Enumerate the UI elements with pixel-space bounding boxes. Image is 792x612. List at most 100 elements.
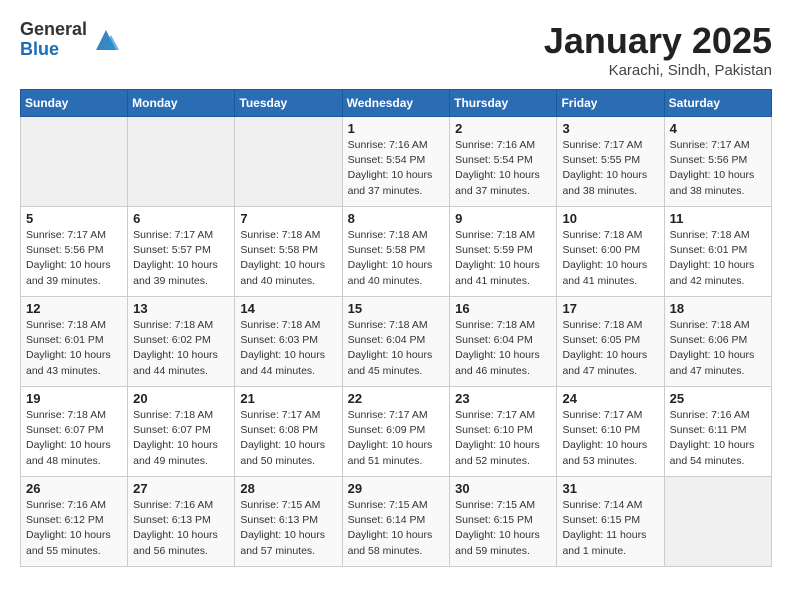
day-number: 28: [240, 481, 336, 496]
weekday-header: Friday: [557, 90, 664, 117]
logo-blue: Blue: [20, 40, 87, 60]
calendar-cell: 5 Sunrise: 7:17 AM Sunset: 5:56 PM Daylig…: [21, 207, 128, 297]
calendar-cell: 13Sunrise: 7:18 AM Sunset: 6:02 PM Dayli…: [128, 297, 235, 387]
day-info: Sunrise: 7:18 AM Sunset: 5:59 PM Dayligh…: [455, 228, 551, 289]
title-block: January 2025 Karachi, Sindh, Pakistan: [544, 20, 772, 79]
day-info: Sunrise: 7:17 AM Sunset: 5:56 PM Dayligh…: [670, 138, 766, 199]
day-info: Sunrise: 7:18 AM Sunset: 6:01 PM Dayligh…: [670, 228, 766, 289]
calendar-cell: 15Sunrise: 7:18 AM Sunset: 6:04 PM Dayli…: [342, 297, 450, 387]
day-number: 24: [562, 391, 658, 406]
day-number: 25: [670, 391, 766, 406]
calendar-cell: 12Sunrise: 7:18 AM Sunset: 6:01 PM Dayli…: [21, 297, 128, 387]
day-number: 11: [670, 211, 766, 226]
day-info: Sunrise: 7:16 AM Sunset: 5:54 PM Dayligh…: [455, 138, 551, 199]
calendar-cell: 18Sunrise: 7:18 AM Sunset: 6:06 PM Dayli…: [664, 297, 771, 387]
day-info: Sunrise: 7:15 AM Sunset: 6:15 PM Dayligh…: [455, 498, 551, 559]
day-info: Sunrise: 7:16 AM Sunset: 6:13 PM Dayligh…: [133, 498, 229, 559]
weekday-header: Thursday: [450, 90, 557, 117]
day-number: 4: [670, 121, 766, 136]
day-info: Sunrise: 7:16 AM Sunset: 6:12 PM Dayligh…: [26, 498, 122, 559]
calendar-header-row: SundayMondayTuesdayWednesdayThursdayFrid…: [21, 90, 772, 117]
logo-text: General Blue: [20, 20, 87, 60]
day-number: 26: [26, 481, 122, 496]
calendar-cell: 30Sunrise: 7:15 AM Sunset: 6:15 PM Dayli…: [450, 477, 557, 567]
day-number: 19: [26, 391, 122, 406]
day-number: 27: [133, 481, 229, 496]
month-title: January 2025: [544, 20, 772, 62]
calendar-cell: 22 Sunrise: 7:17 AM Sunset: 6:09 PM Dayli…: [342, 387, 450, 477]
day-info: Sunrise: 7:18 AM Sunset: 6:06 PM Dayligh…: [670, 318, 766, 379]
calendar-cell: 31 Sunrise: 7:14 AM Sunset: 6:15 PM Dayli…: [557, 477, 664, 567]
day-info: Sunrise: 7:18 AM Sunset: 5:58 PM Dayligh…: [348, 228, 445, 289]
calendar-cell: 11 Sunrise: 7:18 AM Sunset: 6:01 PM Dayli…: [664, 207, 771, 297]
day-info: Sunrise: 7:18 AM Sunset: 6:00 PM Dayligh…: [562, 228, 658, 289]
day-info: Sunrise: 7:18 AM Sunset: 6:05 PM Dayligh…: [562, 318, 658, 379]
day-number: 14: [240, 301, 336, 316]
day-number: 20: [133, 391, 229, 406]
calendar-cell: 4 Sunrise: 7:17 AM Sunset: 5:56 PM Daylig…: [664, 117, 771, 207]
day-info: Sunrise: 7:16 AM Sunset: 6:11 PM Dayligh…: [670, 408, 766, 469]
calendar-cell: 27 Sunrise: 7:16 AM Sunset: 6:13 PM Dayli…: [128, 477, 235, 567]
day-number: 22: [348, 391, 445, 406]
weekday-header: Wednesday: [342, 90, 450, 117]
day-number: 8: [348, 211, 445, 226]
calendar-cell: 10Sunrise: 7:18 AM Sunset: 6:00 PM Dayli…: [557, 207, 664, 297]
day-number: 17: [562, 301, 658, 316]
calendar-cell: 24 Sunrise: 7:17 AM Sunset: 6:10 PM Dayli…: [557, 387, 664, 477]
logo-icon: [91, 25, 121, 55]
calendar-cell: 2 Sunrise: 7:16 AM Sunset: 5:54 PM Daylig…: [450, 117, 557, 207]
day-number: 3: [562, 121, 658, 136]
weekday-header: Saturday: [664, 90, 771, 117]
day-info: Sunrise: 7:17 AM Sunset: 6:10 PM Dayligh…: [562, 408, 658, 469]
day-info: Sunrise: 7:18 AM Sunset: 5:58 PM Dayligh…: [240, 228, 336, 289]
day-number: 29: [348, 481, 445, 496]
calendar-cell: 6 Sunrise: 7:17 AM Sunset: 5:57 PM Daylig…: [128, 207, 235, 297]
calendar-week-row: 26 Sunrise: 7:16 AM Sunset: 6:12 PM Dayli…: [21, 477, 772, 567]
calendar-cell: 1 Sunrise: 7:16 AM Sunset: 5:54 PM Daylig…: [342, 117, 450, 207]
day-info: Sunrise: 7:16 AM Sunset: 5:54 PM Dayligh…: [348, 138, 445, 199]
calendar-cell: 25 Sunrise: 7:16 AM Sunset: 6:11 PM Dayli…: [664, 387, 771, 477]
logo: General Blue: [20, 20, 121, 60]
day-info: Sunrise: 7:17 AM Sunset: 5:57 PM Dayligh…: [133, 228, 229, 289]
calendar-cell: 16Sunrise: 7:18 AM Sunset: 6:04 PM Dayli…: [450, 297, 557, 387]
calendar-table: SundayMondayTuesdayWednesdayThursdayFrid…: [20, 89, 772, 567]
calendar-cell: 3 Sunrise: 7:17 AM Sunset: 5:55 PM Daylig…: [557, 117, 664, 207]
day-number: 23: [455, 391, 551, 406]
day-number: 31: [562, 481, 658, 496]
day-info: Sunrise: 7:18 AM Sunset: 6:04 PM Dayligh…: [455, 318, 551, 379]
calendar-cell: [235, 117, 342, 207]
day-info: Sunrise: 7:17 AM Sunset: 5:56 PM Dayligh…: [26, 228, 122, 289]
day-number: 5: [26, 211, 122, 226]
calendar-cell: [21, 117, 128, 207]
day-info: Sunrise: 7:18 AM Sunset: 6:04 PM Dayligh…: [348, 318, 445, 379]
calendar-cell: 14 Sunrise: 7:18 AM Sunset: 6:03 PM Dayli…: [235, 297, 342, 387]
weekday-header: Tuesday: [235, 90, 342, 117]
day-info: Sunrise: 7:18 AM Sunset: 6:03 PM Dayligh…: [240, 318, 336, 379]
calendar-cell: [664, 477, 771, 567]
calendar-week-row: 19 Sunrise: 7:18 AM Sunset: 6:07 PM Dayli…: [21, 387, 772, 477]
calendar-cell: 19Sunrise: 7:18 AM Sunset: 6:07 PM Dayli…: [21, 387, 128, 477]
day-number: 13: [133, 301, 229, 316]
calendar-cell: 8 Sunrise: 7:18 AM Sunset: 5:58 PM Daylig…: [342, 207, 450, 297]
calendar-week-row: 1 Sunrise: 7:16 AM Sunset: 5:54 PM Daylig…: [21, 117, 772, 207]
day-number: 6: [133, 211, 229, 226]
day-info: Sunrise: 7:17 AM Sunset: 6:09 PM Dayligh…: [348, 408, 445, 469]
day-info: Sunrise: 7:17 AM Sunset: 6:10 PM Dayligh…: [455, 408, 551, 469]
location: Karachi, Sindh, Pakistan: [544, 62, 772, 79]
calendar-cell: 20 Sunrise: 7:18 AM Sunset: 6:07 PM Dayli…: [128, 387, 235, 477]
day-info: Sunrise: 7:18 AM Sunset: 6:07 PM Dayligh…: [133, 408, 229, 469]
calendar-cell: 7Sunrise: 7:18 AM Sunset: 5:58 PM Daylig…: [235, 207, 342, 297]
day-number: 12: [26, 301, 122, 316]
logo-general: General: [20, 20, 87, 40]
day-number: 1: [348, 121, 445, 136]
day-info: Sunrise: 7:17 AM Sunset: 5:55 PM Dayligh…: [562, 138, 658, 199]
calendar-cell: 17 Sunrise: 7:18 AM Sunset: 6:05 PM Dayli…: [557, 297, 664, 387]
day-number: 9: [455, 211, 551, 226]
calendar-cell: 26 Sunrise: 7:16 AM Sunset: 6:12 PM Dayli…: [21, 477, 128, 567]
day-info: Sunrise: 7:14 AM Sunset: 6:15 PM Dayligh…: [562, 498, 658, 559]
day-number: 2: [455, 121, 551, 136]
day-info: Sunrise: 7:17 AM Sunset: 6:08 PM Dayligh…: [240, 408, 336, 469]
calendar-cell: 9 Sunrise: 7:18 AM Sunset: 5:59 PM Daylig…: [450, 207, 557, 297]
calendar-cell: [128, 117, 235, 207]
weekday-header: Monday: [128, 90, 235, 117]
